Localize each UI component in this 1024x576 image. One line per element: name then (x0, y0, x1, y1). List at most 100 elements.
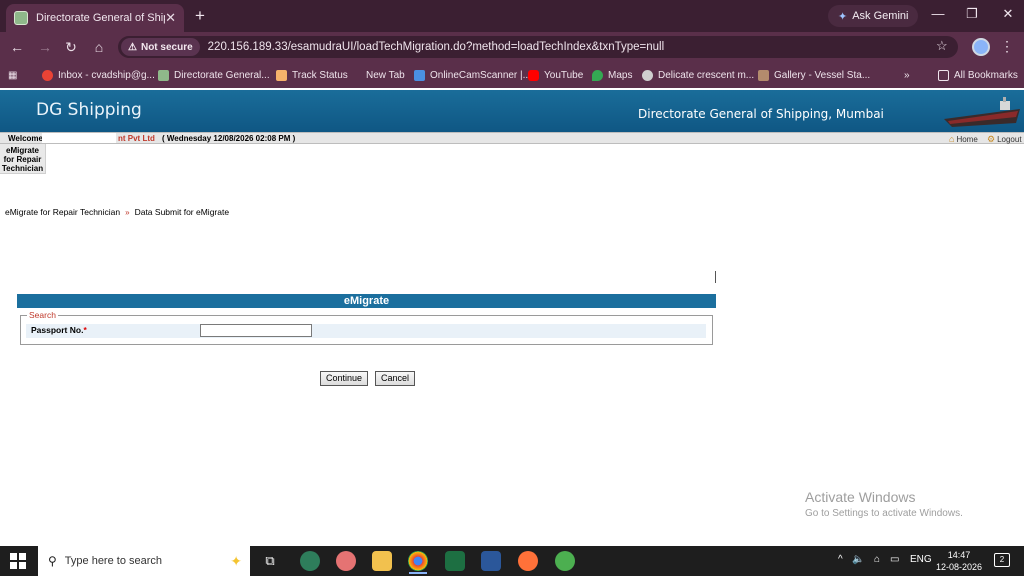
bookmarks-bar: ▦ Inbox - cvadship@g... Directorate Gene… (0, 62, 1024, 88)
side-menu-item-emigrate[interactable]: eMigrate for Repair Technician (0, 144, 46, 174)
browser-tab-active[interactable]: Directorate General of Shipping ✕ (6, 4, 184, 32)
bookmark-item[interactable]: Delicate crescent m... (642, 67, 754, 83)
site-favicon-icon (14, 11, 28, 25)
profile-avatar[interactable] (972, 38, 990, 56)
activate-windows-watermark: Activate Windows Go to Settings to activ… (805, 489, 963, 519)
folder-icon (938, 69, 949, 81)
url-text: 220.156.189.33/esamudraUI/loadTechMigrat… (207, 41, 665, 53)
system-clock[interactable]: 14:47 12-08-2026 (934, 549, 984, 573)
search-icon: ⚲ (48, 554, 57, 568)
close-window-icon[interactable]: ✕ (998, 6, 1018, 22)
continue-button[interactable]: Continue (320, 371, 369, 386)
warning-icon: ⚠ (128, 41, 137, 53)
passport-label-text: Passport No. (31, 325, 84, 335)
company-name: nt Pvt Ltd (118, 134, 155, 143)
cancel-button[interactable]: Cancel (375, 371, 416, 386)
bookmark-item[interactable]: Directorate General... (158, 67, 270, 83)
excel-icon[interactable] (445, 551, 465, 571)
track-icon (276, 69, 287, 81)
windows-start-icon[interactable] (10, 553, 26, 569)
wechat-icon[interactable] (555, 551, 575, 571)
welcome-label: Welcome (8, 134, 43, 143)
volume-icon[interactable]: 🔈 (852, 554, 864, 565)
browser-menu-icon[interactable]: ⋮ (1000, 38, 1014, 55)
ship-image (944, 97, 1020, 127)
file-explorer-icon[interactable] (372, 551, 392, 571)
bookmark-item[interactable]: Inbox - cvadship@g... (42, 67, 155, 83)
passport-row: Passport No.* (26, 324, 706, 338)
all-bookmarks-label: All Bookmarks (954, 69, 1018, 81)
site-header-banner: DG Shipping Directorate General of Shipp… (0, 90, 1024, 132)
clock-date: 12-08-2026 (935, 562, 983, 572)
apps-grid-icon[interactable]: ▦ (8, 67, 17, 83)
search-fieldset: Search Passport No.* (20, 310, 713, 345)
browser-tab-strip: Directorate General of Shipping ✕ + ✦ As… (0, 0, 1024, 32)
breadcrumb-item-data-submit: Data Submit for eMigrate (134, 207, 230, 217)
network-icon[interactable]: ⌂ (874, 554, 880, 565)
bookmark-label: Inbox - cvadship@g... (58, 69, 155, 81)
bookmark-item[interactable]: Gallery - Vessel Sta... (758, 67, 870, 83)
globe-icon (642, 69, 653, 81)
required-asterisk: * (83, 325, 87, 335)
widgets-icon[interactable] (300, 551, 320, 571)
breadcrumb-item-emigrate[interactable]: eMigrate for Repair Technician (5, 207, 120, 217)
gemini-sparkle-icon: ✦ (838, 10, 848, 23)
word-icon[interactable] (481, 551, 501, 571)
firefox-icon[interactable] (518, 551, 538, 571)
notification-center-icon[interactable]: 2 (994, 553, 1010, 567)
bookmark-item[interactable]: Track Status (276, 67, 348, 83)
emigrate-panel-title: eMigrate (17, 294, 716, 308)
bookmark-label: Delicate crescent m... (658, 69, 755, 81)
logout-link[interactable]: ⚙ Logout (987, 134, 1022, 145)
bookmark-item[interactable]: Maps (592, 67, 632, 83)
home-link[interactable]: ⌂ Home (949, 134, 978, 144)
maps-icon (592, 69, 603, 81)
back-arrow-icon[interactable]: ← (8, 38, 26, 56)
tab-title: Directorate General of Shipping (36, 12, 165, 24)
search-placeholder: Type here to search (64, 555, 163, 567)
taskbar-search-box[interactable]: ⚲ Type here to search ✦ (38, 546, 250, 576)
text-cursor (715, 271, 716, 283)
logout-link-label: Logout (997, 135, 1022, 144)
gmail-icon (42, 69, 53, 81)
site-security-chip[interactable]: ⚠ Not secure (121, 38, 200, 56)
app-icon[interactable] (336, 551, 356, 571)
bookmark-item[interactable]: New Tab (350, 67, 405, 83)
gallery-icon (758, 69, 769, 81)
task-view-icon[interactable]: ⧉ (260, 551, 280, 571)
chrome-icon[interactable] (408, 551, 428, 571)
welcome-bar: Welcome nt Pvt Ltd ( Wednesday 12/08/202… (0, 132, 1024, 144)
security-label: Not secure (140, 41, 193, 53)
bookmark-item[interactable]: YouTube (528, 67, 583, 83)
forward-arrow-icon[interactable]: → (36, 38, 54, 56)
org-title: Directorate General of Shipping, Mumbai (638, 107, 884, 121)
bookmark-item[interactable]: OnlineCamScanner |... (414, 67, 531, 83)
all-bookmarks-button[interactable]: All Bookmarks (938, 67, 1018, 83)
passport-number-input[interactable] (200, 324, 312, 337)
home-link-label: Home (956, 134, 978, 144)
bookmark-label: New Tab (366, 69, 405, 81)
ask-gemini-label: Ask Gemini (852, 10, 909, 22)
minimize-window-icon[interactable]: — (928, 6, 948, 21)
site-logo: DG Shipping (36, 100, 142, 120)
bookmark-label: YouTube (544, 69, 584, 81)
tab-close-icon[interactable]: ✕ (165, 10, 176, 26)
tray-overflow-icon[interactable]: ^ (838, 554, 843, 565)
bookmark-label: Track Status (292, 69, 348, 81)
bookmark-label: Maps (608, 69, 633, 81)
youtube-icon (528, 69, 539, 81)
home-icon[interactable]: ⌂ (90, 38, 108, 56)
breadcrumb: eMigrate for Repair Technician » Data Su… (5, 207, 229, 217)
browser-toolbar: ← → ↻ ⌂ ⚠ Not secure 220.156.189.33/esam… (0, 32, 1024, 62)
language-indicator[interactable]: ENG (910, 554, 932, 565)
active-app-indicator (409, 572, 427, 574)
new-tab-button[interactable]: + (190, 6, 210, 26)
display-icon[interactable]: ▭ (890, 554, 899, 565)
address-bar[interactable]: ⚠ Not secure 220.156.189.33/esamudraUI/l… (118, 36, 958, 58)
ask-gemini-button[interactable]: ✦ Ask Gemini (828, 5, 919, 27)
bookmarks-overflow-button[interactable]: » (904, 67, 910, 83)
reload-icon[interactable]: ↻ (62, 38, 80, 56)
restore-window-icon[interactable]: ❐ (962, 6, 982, 22)
bookmark-star-icon[interactable]: ☆ (936, 38, 948, 54)
logout-icon: ⚙ (987, 134, 996, 144)
